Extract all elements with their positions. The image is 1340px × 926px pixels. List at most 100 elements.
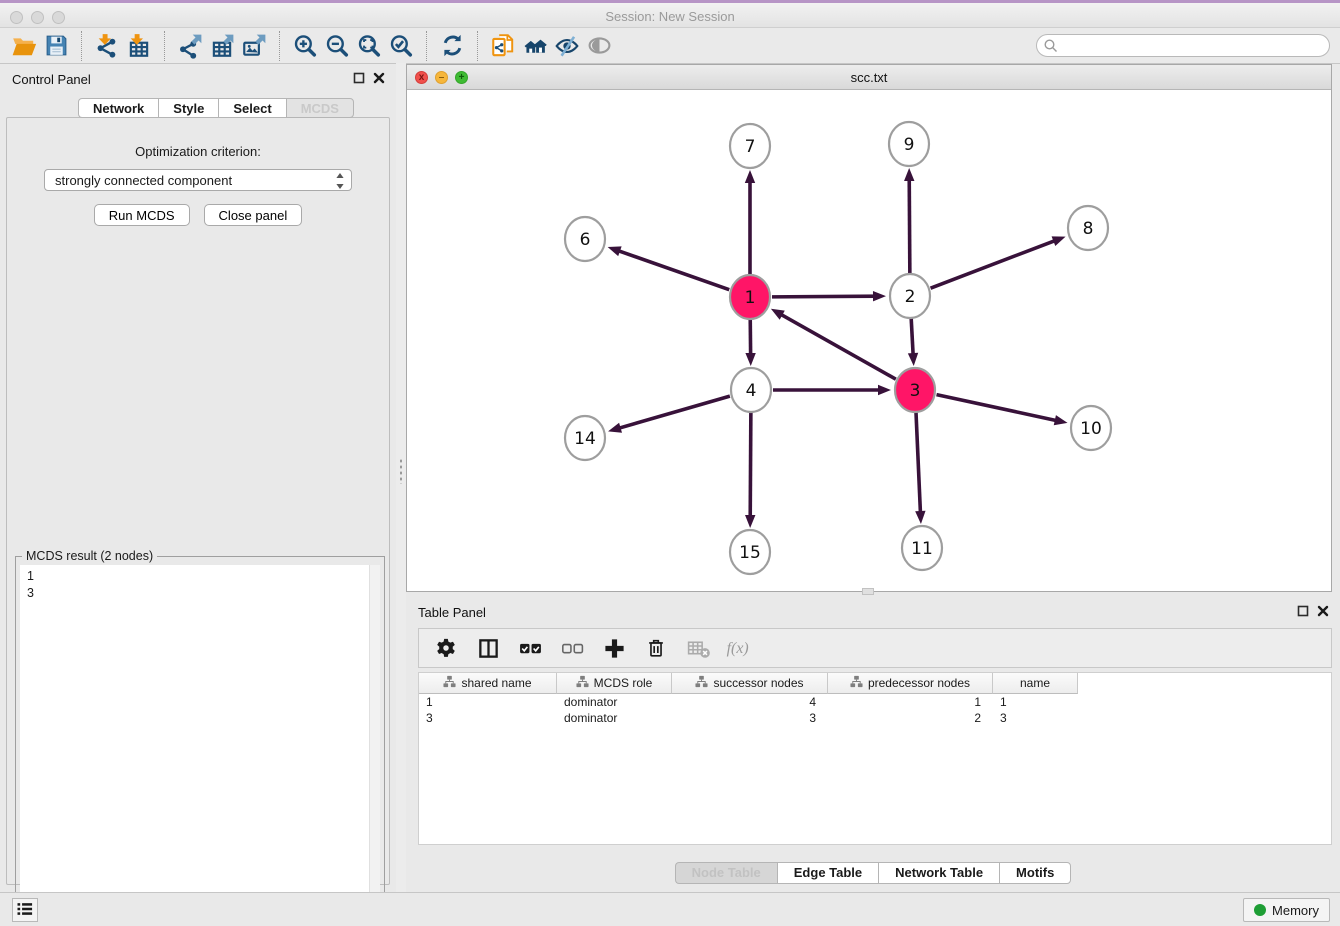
optimization-select[interactable]: strongly connected component xyxy=(44,169,352,191)
cell-predecessor-nodes[interactable]: 1 xyxy=(828,694,993,710)
tab-node-table[interactable]: Node Table xyxy=(675,862,777,884)
search-input[interactable] xyxy=(1036,34,1330,57)
float-table-panel-icon[interactable] xyxy=(1297,605,1310,618)
edge-1-6[interactable] xyxy=(608,246,730,289)
show-columns-icon[interactable] xyxy=(473,633,503,663)
birds-eye-view-icon xyxy=(583,31,615,61)
cell-successor-nodes[interactable]: 3 xyxy=(672,710,828,726)
node-label: 2 xyxy=(905,287,916,307)
edge-1-7[interactable] xyxy=(745,170,755,275)
node-9[interactable]: 9 xyxy=(889,122,929,166)
node-10[interactable]: 10 xyxy=(1071,406,1111,450)
cell-shared-name[interactable]: 1 xyxy=(419,694,557,710)
network-window-titlebar[interactable]: x – + scc.txt xyxy=(407,65,1331,90)
mcds-result-title: MCDS result (2 nodes) xyxy=(22,549,157,563)
open-file-icon[interactable] xyxy=(8,31,40,61)
node-table[interactable]: shared nameMCDS rolesuccessor nodes prede… xyxy=(418,672,1332,845)
run-mcds-button[interactable]: Run MCDS xyxy=(94,204,190,226)
delete-columns-icon[interactable] xyxy=(641,633,671,663)
tab-select[interactable]: Select xyxy=(218,98,285,118)
cell-name[interactable]: 1 xyxy=(993,694,1078,710)
edge-4-14[interactable] xyxy=(608,396,730,433)
cell-shared-name[interactable]: 3 xyxy=(419,710,557,726)
node-label: 3 xyxy=(910,381,921,401)
node-2[interactable]: 2 xyxy=(890,274,930,318)
node-4[interactable]: 4 xyxy=(731,368,771,412)
memory-button[interactable]: Memory xyxy=(1243,898,1330,922)
unselect-all-columns-icon[interactable] xyxy=(557,633,587,663)
cell-name[interactable]: 3 xyxy=(993,710,1078,726)
cell-predecessor-nodes[interactable]: 2 xyxy=(828,710,993,726)
edge-3-11[interactable] xyxy=(915,412,925,524)
delete-table-icon xyxy=(683,633,713,663)
node-1[interactable]: 1 xyxy=(730,275,770,319)
close-table-panel-icon[interactable] xyxy=(1317,605,1330,618)
import-table-icon[interactable] xyxy=(123,31,155,61)
zoom-fit-icon[interactable] xyxy=(353,31,385,61)
import-network-icon[interactable] xyxy=(91,31,123,61)
node-7[interactable]: 7 xyxy=(730,124,770,168)
column-header-predecessor-nodes[interactable]: predecessor nodes xyxy=(828,673,993,694)
save-session-icon[interactable] xyxy=(40,31,72,61)
control-panel: Control Panel NetworkStyleSelectMCDS Opt… xyxy=(0,63,396,892)
window-resize-grip[interactable] xyxy=(862,588,874,595)
result-scrollbar[interactable] xyxy=(369,565,380,918)
node-11[interactable]: 11 xyxy=(902,526,942,570)
node-3[interactable]: 3 xyxy=(895,368,935,412)
tab-motifs[interactable]: Motifs xyxy=(999,862,1071,884)
tab-network-table[interactable]: Network Table xyxy=(878,862,999,884)
column-header-name[interactable]: name xyxy=(993,673,1078,694)
network-view-window: x – + scc.txt 7 9 6 8 1 2 4 3 14 10 15 11 xyxy=(406,64,1332,592)
cell-MCDS-role[interactable]: dominator xyxy=(557,710,672,726)
edge-3-1[interactable] xyxy=(771,309,896,379)
select-all-columns-icon[interactable] xyxy=(515,633,545,663)
float-panel-icon[interactable] xyxy=(353,72,366,85)
close-panel-button[interactable]: Close panel xyxy=(204,204,303,226)
column-header-MCDS-role[interactable]: MCDS role xyxy=(557,673,672,694)
task-history-button[interactable] xyxy=(12,898,38,922)
edge-4-3[interactable] xyxy=(773,385,891,395)
node-6[interactable]: 6 xyxy=(565,217,605,261)
node-14[interactable]: 14 xyxy=(565,416,605,460)
main-toolbar xyxy=(0,28,1340,64)
column-label: predecessor nodes xyxy=(868,676,970,690)
table-row[interactable]: 1dominator411 xyxy=(419,694,1331,710)
zoom-in-icon[interactable] xyxy=(289,31,321,61)
apply-layout-icon[interactable] xyxy=(436,31,468,61)
network-window-title: scc.txt xyxy=(407,70,1331,85)
tab-edge-table[interactable]: Edge Table xyxy=(777,862,878,884)
show-graphics-details-icon[interactable] xyxy=(551,31,583,61)
edge-3-10[interactable] xyxy=(937,395,1068,426)
edge-2-9[interactable] xyxy=(904,168,914,274)
edge-1-4[interactable] xyxy=(745,319,755,366)
tab-mcds[interactable]: MCDS xyxy=(286,98,354,118)
edge-2-8[interactable] xyxy=(931,236,1066,288)
list-icon xyxy=(15,899,35,922)
node-8[interactable]: 8 xyxy=(1068,206,1108,250)
clone-network-icon[interactable] xyxy=(487,31,519,61)
mcds-result-list[interactable]: 1 3 xyxy=(20,565,380,918)
cell-MCDS-role[interactable]: dominator xyxy=(557,694,672,710)
node-15[interactable]: 15 xyxy=(730,530,770,574)
first-neighbors-icon[interactable] xyxy=(519,31,551,61)
create-column-icon[interactable] xyxy=(599,633,629,663)
tab-network[interactable]: Network xyxy=(78,98,158,118)
column-header-successor-nodes[interactable]: successor nodes xyxy=(672,673,828,694)
table-mode-icon[interactable] xyxy=(431,633,461,663)
close-panel-icon[interactable] xyxy=(373,72,386,85)
edge-4-15[interactable] xyxy=(745,412,755,528)
panel-splitter[interactable] xyxy=(396,63,406,892)
export-network-icon[interactable] xyxy=(174,31,206,61)
zoom-selected-icon[interactable] xyxy=(385,31,417,61)
zoom-out-icon[interactable] xyxy=(321,31,353,61)
column-header-shared-name[interactable]: shared name xyxy=(419,673,557,694)
edge-2-3[interactable] xyxy=(908,318,918,366)
network-canvas[interactable]: 7 9 6 8 1 2 4 3 14 10 15 11 xyxy=(407,90,1331,591)
export-table-icon[interactable] xyxy=(206,31,238,61)
cell-successor-nodes[interactable]: 4 xyxy=(672,694,828,710)
export-image-icon[interactable] xyxy=(238,31,270,61)
status-bar: Memory xyxy=(0,892,1340,926)
tab-style[interactable]: Style xyxy=(158,98,218,118)
table-row[interactable]: 3dominator323 xyxy=(419,710,1331,726)
edge-1-2[interactable] xyxy=(772,291,886,301)
